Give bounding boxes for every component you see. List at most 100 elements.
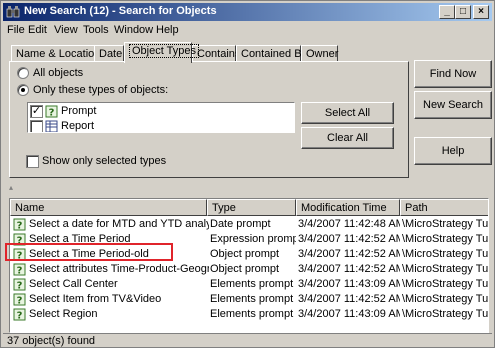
show-only-selected-checkbox[interactable] (26, 155, 39, 168)
prompt-icon: ? (45, 105, 58, 118)
all-objects-radio[interactable] (17, 67, 29, 79)
column-header-path[interactable]: Path (400, 199, 488, 216)
svg-text:?: ? (17, 311, 23, 322)
svg-text:?: ? (17, 296, 23, 307)
result-row-highlighted[interactable]: ? Select a Time Period-old Object prompt… (10, 247, 489, 262)
svg-text:?: ? (17, 281, 23, 292)
tab-contained-by[interactable]: Contained By (236, 45, 307, 62)
only-these-types-label[interactable]: Only these types of objects: (33, 84, 168, 96)
column-header-type[interactable]: Type (207, 199, 296, 216)
menu-help[interactable]: Help (156, 24, 179, 36)
new-search-button[interactable]: New Search (414, 91, 492, 119)
result-time: 3/4/2007 11:42:52 AM (298, 248, 400, 260)
show-only-selected-label[interactable]: Show only selected types (42, 155, 166, 167)
tab-owner[interactable]: Owner (301, 45, 338, 62)
prompt-icon: ? (13, 278, 26, 291)
only-these-types-radio[interactable] (17, 84, 29, 96)
result-row[interactable]: ? Select a date for MTD and YTD analysis… (10, 217, 489, 232)
binoculars-icon (6, 6, 20, 18)
tab-date[interactable]: Date (94, 45, 124, 62)
result-name: Select Item from TV&Video (29, 293, 162, 305)
maximize-button[interactable]: □ (455, 5, 471, 19)
menu-view[interactable]: View (54, 24, 78, 36)
result-name: Select a date for MTD and YTD analysis (29, 218, 209, 230)
result-type: Elements prompt (210, 293, 294, 305)
tab-label: Object Types (129, 44, 199, 58)
result-time: 3/4/2007 11:42:48 AM (298, 218, 400, 230)
minimize-button[interactable]: _ (439, 5, 455, 19)
result-name: Select a Time Period (29, 233, 131, 245)
result-type: Object prompt (210, 248, 280, 260)
result-time: 3/4/2007 11:42:52 AM (298, 263, 400, 275)
menu-window[interactable]: Window (114, 24, 153, 36)
result-row[interactable]: ? Select a Time Period Expression prompt… (10, 232, 489, 247)
svg-text:?: ? (17, 236, 23, 247)
close-button[interactable]: × (473, 5, 489, 19)
tab-label: Contains (197, 48, 241, 60)
result-time: 3/4/2007 11:42:52 AM (298, 293, 400, 305)
prompt-icon: ? (13, 248, 26, 261)
tab-object-types[interactable]: Object Types (124, 42, 199, 63)
clear-all-button[interactable]: Clear All (301, 127, 394, 149)
result-row[interactable]: ? Select Item from TV&Video Elements pro… (10, 292, 489, 307)
menu-tools[interactable]: Tools (83, 24, 109, 36)
result-path: \MicroStrategy Tu (402, 233, 489, 245)
result-row[interactable]: ? Select Call Center Elements prompt 3/4… (10, 277, 489, 292)
svg-text:?: ? (49, 108, 55, 119)
prompt-icon: ? (13, 218, 26, 231)
result-type: Object prompt (210, 263, 280, 275)
prompt-icon: ? (13, 263, 26, 276)
prompt-icon: ? (13, 293, 26, 306)
report-type-checkbox[interactable] (30, 120, 43, 132)
svg-text:?: ? (17, 221, 23, 232)
menu-file[interactable]: File (7, 24, 25, 36)
result-path: \MicroStrategy Tu (402, 308, 489, 320)
tab-name-location[interactable]: Name & Location (11, 45, 100, 62)
select-all-button[interactable]: Select All (301, 102, 394, 124)
result-name: Select Region (29, 308, 98, 320)
result-time: 3/4/2007 11:42:52 AM (298, 233, 400, 245)
all-objects-label[interactable]: All objects (33, 67, 83, 79)
object-types-list[interactable]: ✓ ? Prompt Report (27, 102, 295, 133)
title-bar[interactable]: New Search (12) - Search for Objects _ □… (3, 3, 492, 21)
find-now-button[interactable]: Find Now (414, 60, 492, 88)
prompt-type-label: Prompt (61, 105, 97, 117)
result-name: Select Call Center (29, 278, 118, 290)
result-type: Elements prompt (210, 308, 294, 320)
result-path: \MicroStrategy Tu (402, 218, 489, 230)
svg-text:?: ? (17, 251, 23, 262)
tab-label: Name & Location (16, 48, 101, 60)
result-name: Select attributes Time-Product-Geography (29, 263, 209, 275)
report-icon (45, 120, 58, 132)
tab-label: Contained By (241, 48, 308, 60)
prompt-type-checkbox[interactable]: ✓ (30, 105, 43, 118)
tab-label: Date (99, 48, 123, 60)
panel-splitter[interactable]: ▴ (9, 183, 489, 192)
result-type: Expression prompt (210, 233, 296, 245)
result-type: Elements prompt (210, 278, 294, 290)
result-path: \MicroStrategy Tu (402, 248, 489, 260)
tab-label: Owner (306, 48, 339, 60)
help-button[interactable]: Help (414, 137, 492, 165)
column-header-name[interactable]: Name (10, 199, 207, 216)
menu-edit[interactable]: Edit (28, 24, 47, 36)
result-time: 3/4/2007 11:43:09 AM (298, 308, 400, 320)
splitter-grip-icon: ▴ (9, 183, 14, 192)
report-type-label: Report (61, 120, 95, 132)
status-bar: 37 object(s) found (3, 333, 492, 347)
results-list[interactable]: Name Type Modification Time Path ? Selec… (9, 198, 489, 333)
svg-text:?: ? (17, 266, 23, 277)
status-text: 37 object(s) found (7, 335, 96, 347)
prompt-icon: ? (13, 233, 26, 246)
result-row[interactable]: ? Select attributes Time-Product-Geograp… (10, 262, 489, 277)
result-path: \MicroStrategy Tu (402, 293, 489, 305)
result-path: \MicroStrategy Tu (402, 263, 489, 275)
result-name: Select a Time Period-old (29, 248, 149, 260)
search-window: New Search (12) - Search for Objects _ □… (0, 0, 495, 348)
result-row[interactable]: ? Select Region Elements prompt 3/4/2007… (10, 307, 489, 322)
column-header-modification-time[interactable]: Modification Time (296, 199, 400, 216)
result-path: \MicroStrategy Tu (402, 278, 489, 290)
result-type: Date prompt (210, 218, 271, 230)
result-time: 3/4/2007 11:43:09 AM (298, 278, 400, 290)
menu-bar: File Edit View Tools Window Help (3, 22, 492, 40)
